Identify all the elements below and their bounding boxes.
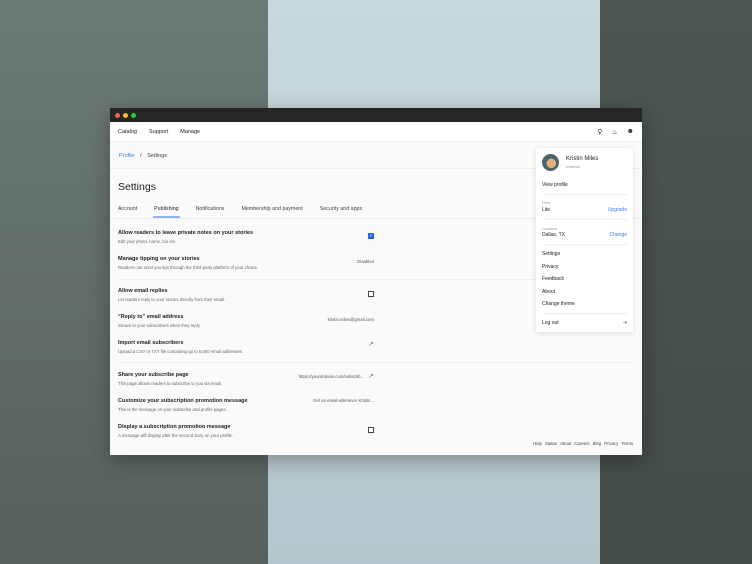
tabs: Account Publishing Notifications Members…: [118, 206, 362, 212]
tab-security[interactable]: Security and apps: [320, 206, 362, 212]
tab-membership[interactable]: Membership and payment: [241, 206, 302, 212]
location-label: Location: [542, 226, 627, 231]
menu-feedback[interactable]: Feedback: [542, 276, 627, 282]
breadcrumb: Profile / Settings: [119, 153, 167, 159]
reply-to-email-value[interactable]: kristin.miles@gmail.com: [328, 317, 374, 322]
setting-desc: Let readers reply to your stories direct…: [118, 297, 374, 302]
tipping-value[interactable]: Disabled: [357, 259, 374, 264]
private-notes-checkbox[interactable]: ✓: [368, 233, 374, 239]
external-link-icon[interactable]: ↗: [368, 372, 374, 380]
top-nav: Catalog Support Manage ⚲ ♨ ☻: [110, 122, 642, 142]
setting-title: Manage tipping on your stories: [118, 256, 374, 262]
nav-catalog[interactable]: Catalog: [118, 129, 137, 135]
setting-row: “Reply to” email address Shown to your s…: [118, 314, 374, 328]
plan-value: Lite: [542, 207, 550, 213]
nav-manage[interactable]: Manage: [180, 129, 200, 135]
tab-publishing[interactable]: Publishing: [154, 206, 178, 212]
divider: [542, 219, 627, 220]
logout-icon: ⇥: [623, 320, 627, 326]
setting-desc: Edit your photo, name, bio etc.: [118, 239, 374, 244]
menu-settings[interactable]: Settings: [542, 251, 627, 257]
profile-name: Kristin Miles: [566, 156, 598, 162]
breadcrumb-current: Settings: [147, 153, 167, 159]
setting-title: Display a subscription promotion message: [118, 424, 374, 430]
setting-row: Display a subscription promotion message…: [118, 424, 374, 438]
setting-row: Manage tipping on your stories Readers c…: [118, 256, 374, 270]
footer-links: Help Status About Careers Blog Privacy T…: [533, 441, 633, 446]
close-window-button[interactable]: [115, 113, 120, 118]
menu-change-theme[interactable]: Change theme: [542, 301, 627, 307]
setting-title: Import email subscribers: [118, 340, 374, 346]
subscribe-page-url[interactable]: https://yourdomain.com/subscrib...: [299, 374, 364, 379]
tab-account[interactable]: Account: [118, 206, 137, 212]
footer-help[interactable]: Help: [533, 441, 542, 446]
setting-desc: This page allows readers to subscribe to…: [118, 381, 374, 386]
search-icon[interactable]: ⚲: [597, 128, 602, 136]
user-icon[interactable]: ☻: [627, 128, 634, 136]
logout-label: Log out: [542, 320, 559, 326]
bell-icon[interactable]: ♨: [611, 128, 617, 136]
logout-button[interactable]: Log out ⇥: [542, 320, 627, 326]
footer-status[interactable]: Status: [545, 441, 557, 446]
setting-row: Customize your subscription promotion me…: [118, 398, 374, 412]
promotion-message-value[interactable]: Get an email whenever Kristin...: [313, 398, 374, 403]
setting-row: Allow readers to leave private notes on …: [118, 230, 374, 244]
upgrade-link[interactable]: Upgrade: [608, 207, 627, 213]
avatar: [542, 154, 559, 171]
footer-terms[interactable]: Terms: [621, 441, 633, 446]
setting-row: Allow email replies Let readers reply to…: [118, 288, 374, 302]
nav-support[interactable]: Support: [149, 129, 168, 135]
menu-about[interactable]: About: [542, 289, 627, 295]
footer-about[interactable]: About: [560, 441, 571, 446]
plan-label: Plan: [542, 200, 627, 205]
display-promotion-checkbox[interactable]: [368, 427, 374, 433]
footer-careers[interactable]: Careers: [574, 441, 589, 446]
setting-row: Import email subscribers Upload a CSV or…: [118, 340, 374, 354]
divider: [542, 244, 627, 245]
change-location-link[interactable]: Change: [609, 232, 627, 238]
tab-notifications[interactable]: Notifications: [196, 206, 225, 212]
setting-row: Share your subscribe page This page allo…: [118, 372, 374, 386]
profile-dropdown: Kristin Miles kmilesa View profile Plan …: [536, 148, 633, 332]
breadcrumb-profile[interactable]: Profile: [119, 153, 135, 159]
view-profile-link[interactable]: View profile: [542, 182, 627, 188]
title-bar: [110, 108, 642, 122]
app-window: Catalog Support Manage ⚲ ♨ ☻ Profile / S…: [110, 108, 642, 455]
setting-title: Allow email replies: [118, 288, 374, 294]
profile-username: kmilesa: [566, 164, 580, 169]
location-value: Dallas, TX: [542, 232, 565, 238]
divider: [542, 194, 627, 195]
menu-privacy[interactable]: Privacy: [542, 264, 627, 270]
footer-privacy[interactable]: Privacy: [604, 441, 618, 446]
setting-desc: Shown to your subscribers when they repl…: [118, 323, 374, 328]
divider: [542, 313, 627, 314]
setting-desc: Readers can send you tips through the th…: [118, 265, 374, 270]
setting-title: Allow readers to leave private notes on …: [118, 230, 374, 236]
divider: [118, 362, 632, 363]
email-replies-checkbox[interactable]: [368, 291, 374, 297]
setting-desc: Upload a CSV or TXT file containing up t…: [118, 349, 374, 354]
setting-desc: This is the message on your subscribe an…: [118, 407, 374, 412]
footer-blog[interactable]: Blog: [593, 441, 602, 446]
breadcrumb-separator: /: [140, 153, 142, 159]
external-link-icon[interactable]: ↗: [368, 340, 374, 348]
page-title: Settings: [118, 181, 156, 193]
setting-desc: A message will display after the second …: [118, 433, 374, 438]
minimize-window-button[interactable]: [123, 113, 128, 118]
maximize-window-button[interactable]: [131, 113, 136, 118]
